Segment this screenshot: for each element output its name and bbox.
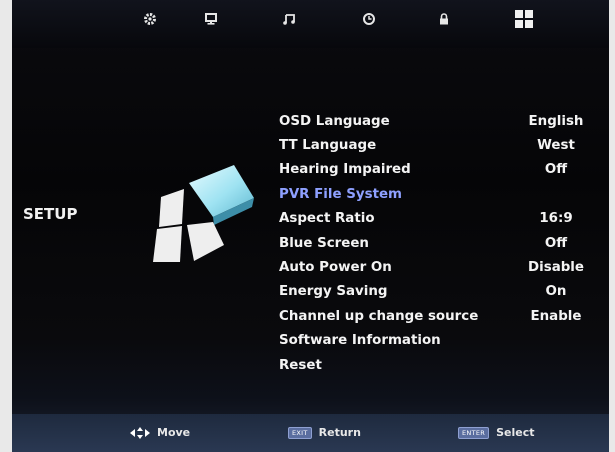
menu-item-value: 16:9 <box>539 211 573 227</box>
menu-item-label: Aspect Ratio <box>279 211 375 227</box>
menu-item-label: Hearing Impaired <box>279 162 411 178</box>
menu-item[interactable]: Auto Power On Disable <box>279 255 591 279</box>
menu-item-label: OSD Language <box>279 113 390 129</box>
menu-item-label: Channel up change source <box>279 308 479 324</box>
menu-item-value: Enable <box>530 308 582 324</box>
menu-item-label: Reset <box>279 357 322 373</box>
menu-item-label: Energy Saving <box>279 284 388 300</box>
move-hint: Move <box>130 426 190 439</box>
menu-item-label: PVR File System <box>279 186 403 202</box>
menu-item[interactable]: Reset <box>279 353 591 377</box>
return-hint: EXIT Return <box>288 426 361 439</box>
select-label: Select <box>496 426 535 439</box>
picture-gear-icon[interactable] <box>139 8 161 30</box>
music-note-icon[interactable] <box>278 8 300 30</box>
section-title: SETUP <box>23 205 78 223</box>
menu-item-value: Off <box>544 162 568 178</box>
menu-item-value: On <box>545 284 567 300</box>
enter-key-icon: ENTER <box>458 426 490 439</box>
menu-item-value: Disable <box>528 260 584 276</box>
menu-item-label: Blue Screen <box>279 235 369 251</box>
menu-item-label: Auto Power On <box>279 260 392 276</box>
return-label: Return <box>318 426 361 439</box>
menu-item[interactable]: Hearing Impaired Off <box>279 158 591 182</box>
setup-menu-list: OSD Language English TT Language West Hearin… <box>279 109 591 377</box>
menu-item[interactable]: Blue Screen Off <box>279 231 591 255</box>
menu-item[interactable]: OSD Language English <box>279 109 591 133</box>
menu-item-value: Off <box>544 235 568 251</box>
menu-item-value: English <box>528 113 584 129</box>
menu-item[interactable]: Channel up change source Enable <box>279 304 591 328</box>
footer-hint-bar: Move EXIT Return ENTER Select <box>12 414 609 452</box>
lock-icon[interactable] <box>433 8 455 30</box>
clock-icon[interactable] <box>358 8 380 30</box>
category-tab-bar <box>12 0 609 48</box>
select-hint: ENTER Select <box>458 426 534 439</box>
exit-key-icon: EXIT <box>288 426 312 439</box>
four-arrows-icon <box>130 426 150 439</box>
menu-item[interactable]: Software Information <box>279 329 591 353</box>
menu-item[interactable]: Aspect Ratio 16:9 <box>279 207 591 231</box>
tv-screen: SETUP OSD Language English TT Language West… <box>12 0 609 452</box>
menu-item[interactable]: PVR File System <box>279 182 591 206</box>
setup-cubes-illustration <box>153 165 254 262</box>
monitor-icon[interactable] <box>200 8 222 30</box>
menu-item[interactable]: TT Language West <box>279 133 591 157</box>
move-label: Move <box>157 426 191 439</box>
setup-grid-icon[interactable] <box>501 0 545 46</box>
menu-item[interactable]: Energy Saving On <box>279 280 591 304</box>
menu-item-value: West <box>537 138 575 154</box>
menu-item-label: TT Language <box>279 138 377 154</box>
menu-item-label: Software Information <box>279 333 441 349</box>
